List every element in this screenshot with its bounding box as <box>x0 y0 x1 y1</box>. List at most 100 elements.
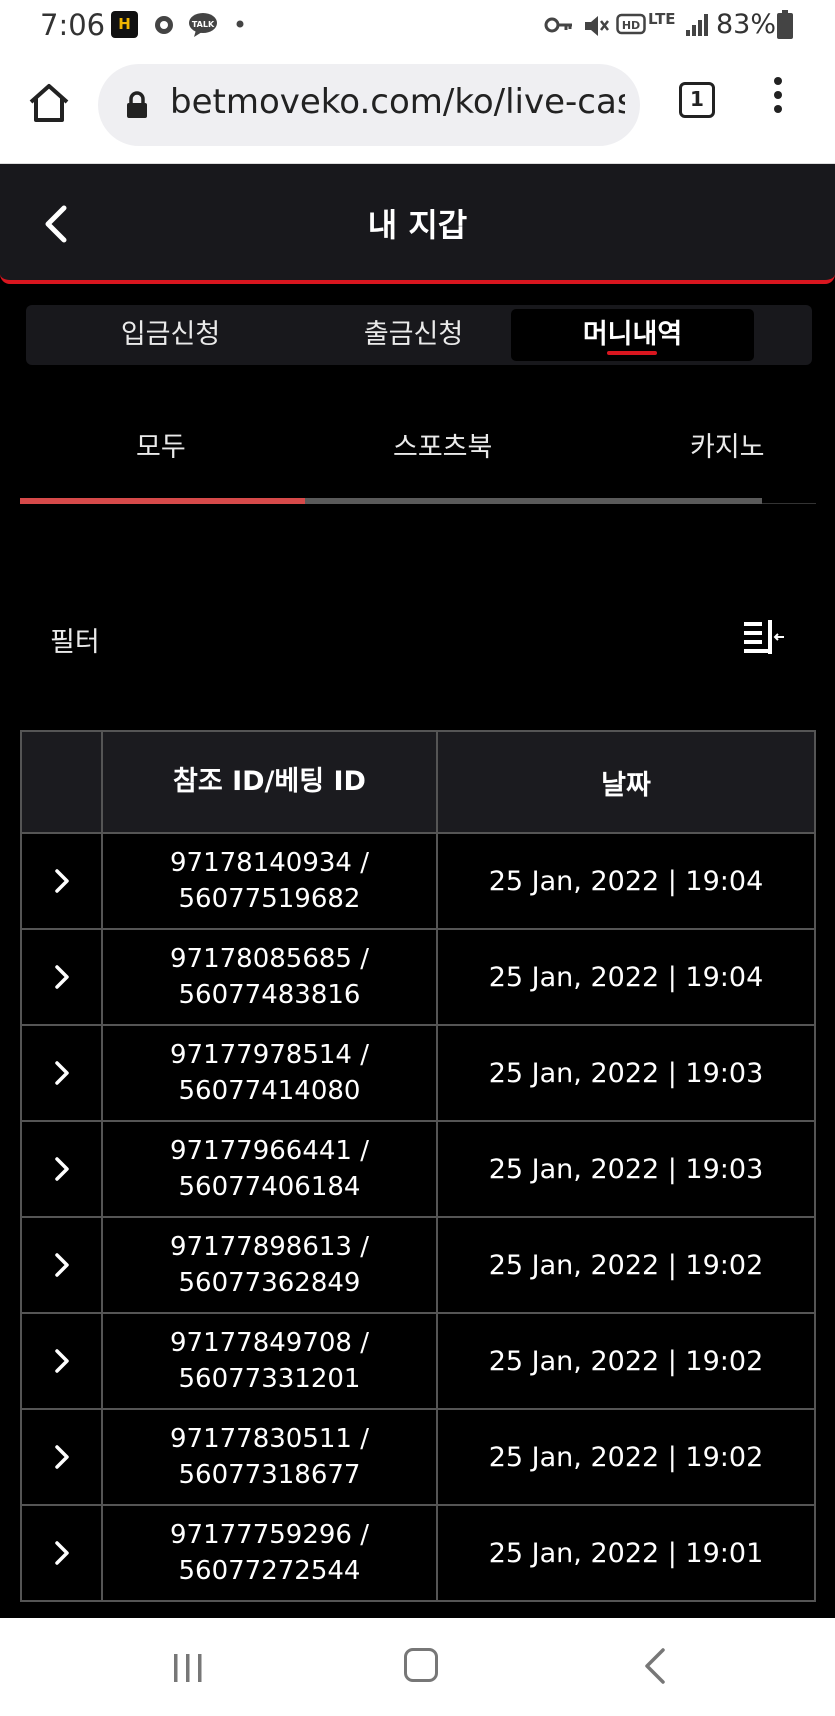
cell-ref-bet-id: 97178085685 / 56077483816 <box>103 930 438 1024</box>
signal-icon <box>686 14 708 36</box>
row-expand-button[interactable] <box>22 1026 103 1120</box>
wallet-tabs: 입금신청 출금신청 머니내역 <box>26 305 812 365</box>
tab-money-history-label: 머니내역 <box>582 319 683 350</box>
browser-menu-icon[interactable] <box>772 77 784 125</box>
network-type: LTE <box>648 10 676 28</box>
browser-toolbar: betmoveko.com/ko/live-casino 1 <box>0 52 835 164</box>
row-expand-button[interactable] <box>22 1122 103 1216</box>
cell-ref-bet-id: 97177978514 / 56077414080 <box>103 1026 438 1120</box>
svg-text:HD: HD <box>622 19 640 32</box>
hd-voice-icon: HD <box>616 13 646 35</box>
more-notifications-dot-icon <box>236 20 244 28</box>
ref-id: 97177978514 / <box>170 1040 369 1070</box>
header-cell-expand <box>22 732 103 832</box>
tab-switcher-button[interactable]: 1 <box>679 82 715 118</box>
tab-deposit[interactable]: 입금신청 <box>49 309 292 361</box>
talk-icon: TALK <box>189 13 217 37</box>
lock-icon <box>127 91 147 118</box>
row-expand-button[interactable] <box>22 1410 103 1504</box>
cell-date: 25 Jan, 2022 | 19:04 <box>488 961 764 993</box>
table-row[interactable]: 97178140934 / 56077519682 25 Jan, 2022 | 1… <box>20 834 816 930</box>
table-row[interactable]: 97177966441 / 56077406184 25 Jan, 2022 | 1… <box>20 1122 816 1218</box>
tab-withdraw[interactable]: 출금신청 <box>292 309 535 361</box>
table-row[interactable]: 97177759296 / 56077272544 25 Jan, 2022 | 1… <box>20 1506 816 1602</box>
battery-icon <box>777 10 793 39</box>
cell-date: 25 Jan, 2022 | 19:04 <box>488 865 764 897</box>
bet-id: 56077406184 <box>178 1172 361 1202</box>
tab-money-history[interactable]: 머니내역 <box>511 309 754 361</box>
location-icon <box>155 16 173 34</box>
header-cell-ref-id: 참조 ID/베팅 ID <box>103 732 438 832</box>
ref-id: 97177898613 / <box>170 1232 369 1262</box>
cell-date: 25 Jan, 2022 | 19:02 <box>488 1249 764 1281</box>
home-icon[interactable] <box>26 80 72 126</box>
mute-icon <box>585 16 609 36</box>
filter-icon[interactable] <box>742 618 786 656</box>
table-row[interactable]: 97178085685 / 56077483816 25 Jan, 2022 | 1… <box>20 930 816 1026</box>
header-cell-date: 날짜 <box>601 769 651 801</box>
ref-id: 97177966441 / <box>170 1136 369 1166</box>
status-bar: 7:06 H TALK HD LTE 83% <box>0 0 835 52</box>
chevron-right-icon <box>54 869 69 893</box>
table-row[interactable]: 97177978514 / 56077414080 25 Jan, 2022 | 1… <box>20 1026 816 1122</box>
divider <box>762 503 816 504</box>
row-expand-button[interactable] <box>22 1314 103 1408</box>
status-time: 7:06 <box>40 8 106 42</box>
cell-date: 25 Jan, 2022 | 19:03 <box>488 1057 764 1089</box>
ref-id: 97177849708 / <box>170 1328 369 1358</box>
ref-id: 97178085685 / <box>170 944 369 974</box>
table-header: 참조 ID/베팅 ID 날짜 <box>20 730 816 834</box>
row-expand-button[interactable] <box>22 930 103 1024</box>
bet-id: 56077414080 <box>178 1076 361 1106</box>
cell-ref-bet-id: 97177849708 / 56077331201 <box>103 1314 438 1408</box>
cell-ref-bet-id: 97177898613 / 56077362849 <box>103 1218 438 1312</box>
chevron-right-icon <box>54 1349 69 1373</box>
bet-id: 56077483816 <box>178 980 361 1010</box>
tab-deposit-label: 입금신청 <box>120 319 221 350</box>
tab-withdraw-label: 출금신청 <box>363 319 464 350</box>
cell-date: 25 Jan, 2022 | 19:03 <box>488 1153 764 1185</box>
row-expand-button[interactable] <box>22 834 103 928</box>
bet-id: 56077272544 <box>178 1556 361 1586</box>
row-expand-button[interactable] <box>22 1218 103 1312</box>
cell-date: 25 Jan, 2022 | 19:02 <box>488 1441 764 1473</box>
home-nav-icon[interactable] <box>404 1648 438 1682</box>
recent-apps-icon[interactable] <box>170 1652 206 1684</box>
chevron-right-icon <box>54 1061 69 1085</box>
ref-id: 97177830511 / <box>170 1424 369 1454</box>
cell-ref-bet-id: 97177966441 / 56077406184 <box>103 1122 438 1216</box>
chevron-right-icon <box>54 965 69 989</box>
cell-ref-bet-id: 97177759296 / 56077272544 <box>103 1506 438 1600</box>
cell-date: 25 Jan, 2022 | 19:01 <box>488 1537 764 1569</box>
table-row[interactable]: 97177830511 / 56077318677 25 Jan, 2022 | 1… <box>20 1410 816 1506</box>
url-text: betmoveko.com/ko/live-casino <box>170 82 625 122</box>
table-row[interactable]: 97177898613 / 56077362849 25 Jan, 2022 | 1… <box>20 1218 816 1314</box>
bet-id: 56077362849 <box>178 1268 361 1298</box>
chevron-right-icon <box>54 1253 69 1277</box>
chevron-right-icon <box>54 1157 69 1181</box>
svg-text:TALK: TALK <box>192 20 215 29</box>
chevron-right-icon <box>54 1445 69 1469</box>
bet-id: 56077519682 <box>178 884 361 914</box>
cell-ref-bet-id: 97178140934 / 56077519682 <box>103 834 438 928</box>
system-nav-bar <box>0 1618 835 1716</box>
category-tab-casino[interactable]: 카지노 <box>690 425 765 464</box>
back-nav-icon[interactable] <box>643 1646 667 1686</box>
cell-date: 25 Jan, 2022 | 19:02 <box>488 1345 764 1377</box>
bet-id: 56077318677 <box>178 1460 361 1490</box>
category-tab-sportsbook[interactable]: 스포츠북 <box>393 425 492 464</box>
battery-percent: 83% <box>716 9 777 40</box>
row-expand-button[interactable] <box>22 1506 103 1600</box>
table-row[interactable]: 97177849708 / 56077331201 25 Jan, 2022 | 1… <box>20 1314 816 1410</box>
category-tab-indicator <box>20 498 305 504</box>
key-icon <box>544 17 572 33</box>
page-title: 내 지갑 <box>367 206 468 244</box>
address-bar[interactable]: betmoveko.com/ko/live-casino <box>98 64 640 146</box>
history-table: 참조 ID/베팅 ID 날짜 97178140934 / 56077519682 2… <box>20 730 816 1602</box>
category-tab-all[interactable]: 모두 <box>136 425 186 464</box>
cell-ref-bet-id: 97177830511 / 56077318677 <box>103 1410 438 1504</box>
filter-label: 필터 <box>50 627 100 658</box>
chevron-right-icon <box>54 1541 69 1565</box>
bet-id: 56077331201 <box>178 1364 361 1394</box>
ref-id: 97177759296 / <box>170 1520 369 1550</box>
